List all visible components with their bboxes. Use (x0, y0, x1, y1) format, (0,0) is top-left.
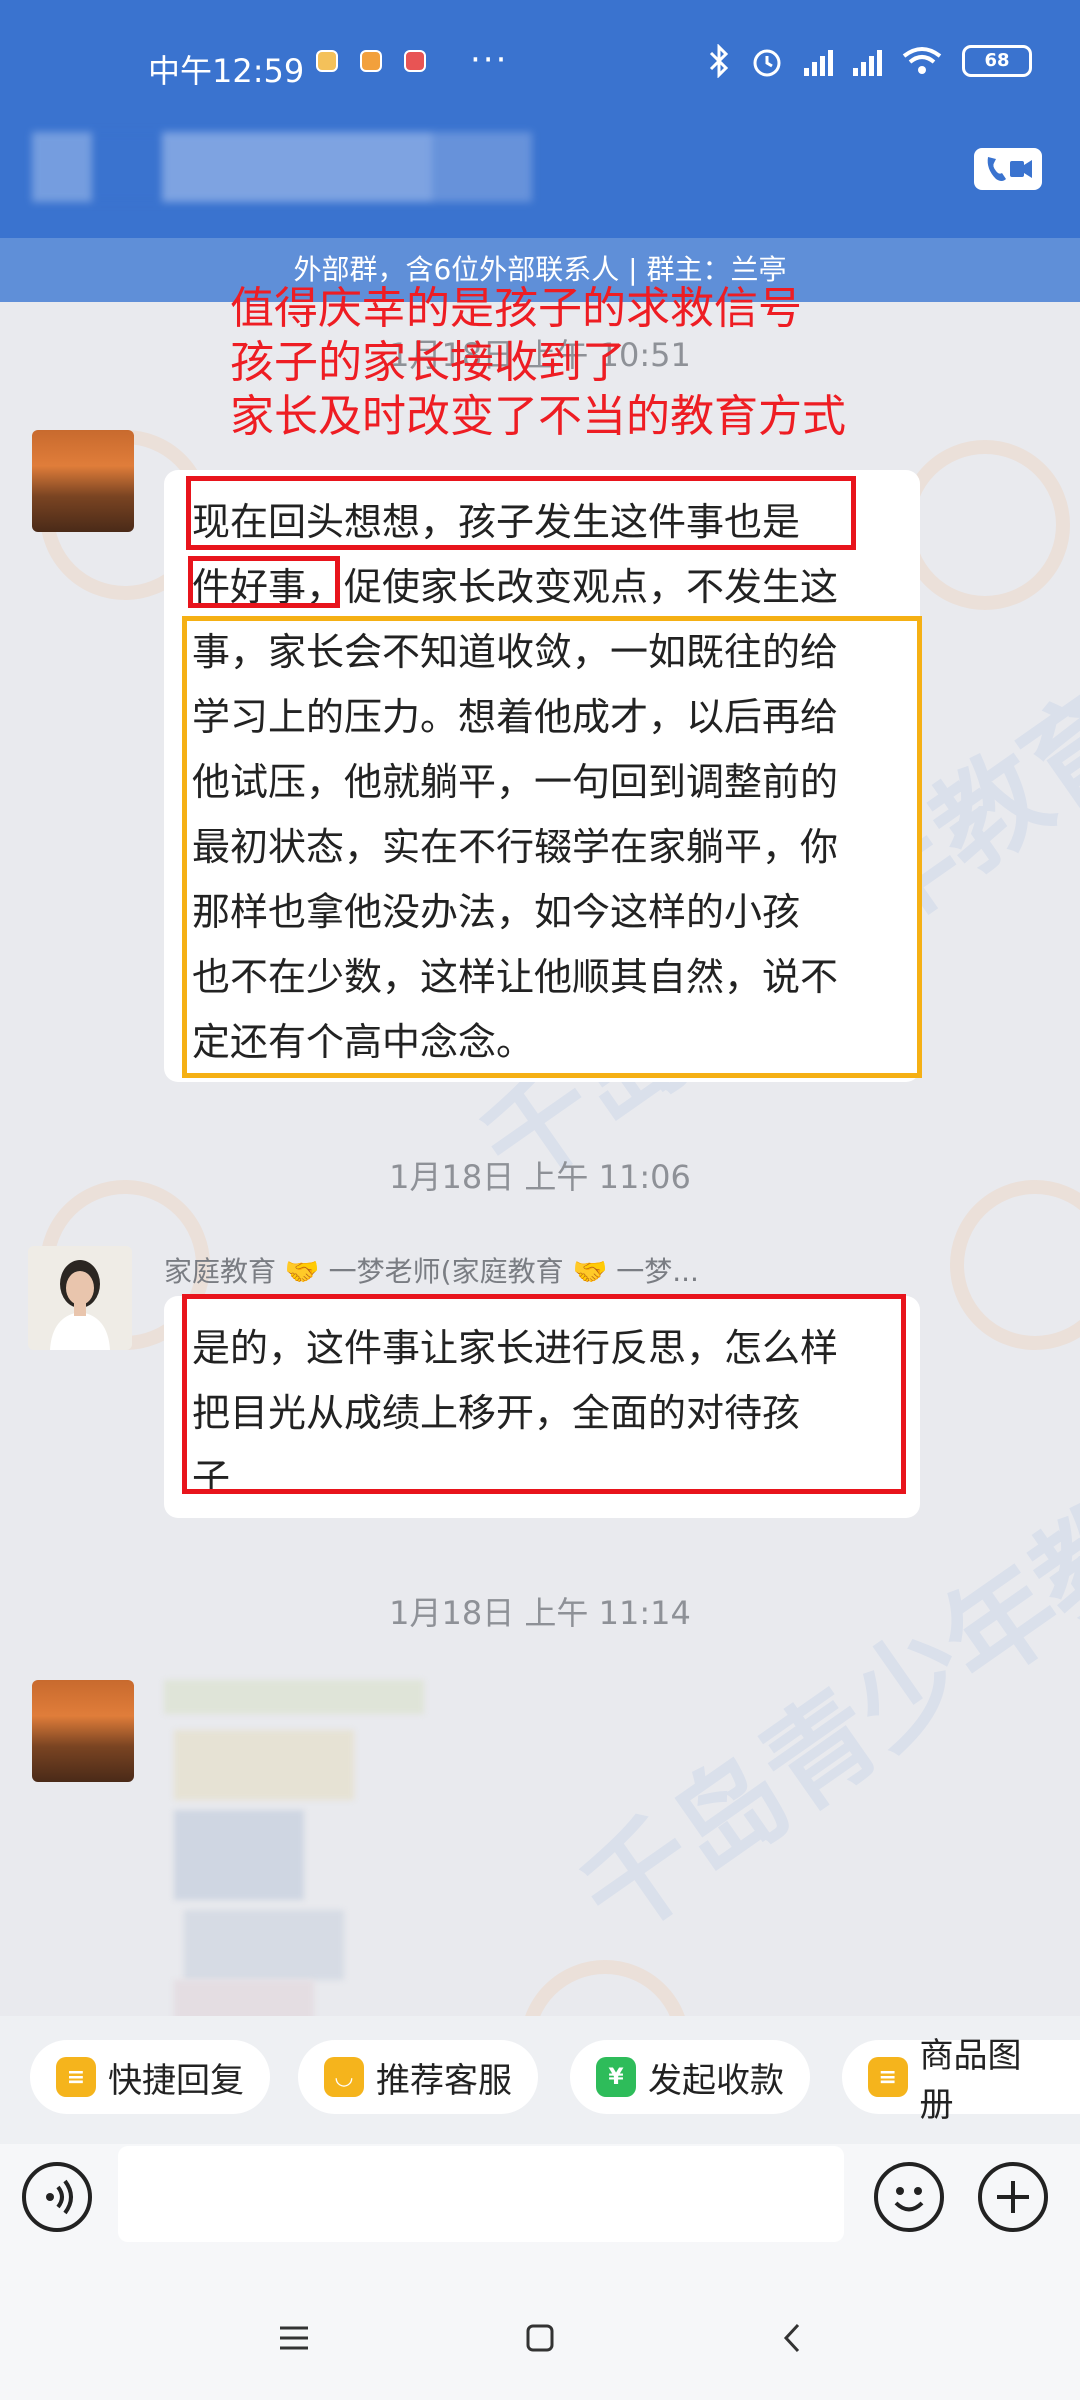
message-timestamp: 1月18日 上午 11:06 (389, 1158, 691, 1196)
home-button[interactable] (520, 2318, 560, 2358)
highlight-box (182, 1294, 906, 1494)
alarm-icon (753, 49, 781, 77)
bluetooth-icon (709, 44, 729, 78)
battery-icon: 68 (962, 45, 1032, 77)
message-input[interactable] (118, 2146, 844, 2242)
app-notification-icon (316, 50, 338, 72)
sender-name: 家庭教育 🤝 一梦老师(家庭教育 🤝 一梦... (164, 1255, 699, 1288)
voice-button[interactable] (22, 2162, 92, 2232)
menu-button[interactable] (274, 2318, 314, 2358)
highlight-box (182, 616, 922, 1078)
video-call-icon (987, 157, 1032, 181)
plus-button[interactable] (978, 2162, 1048, 2232)
avatar[interactable] (32, 430, 134, 532)
payment-icon: ¥ (596, 2057, 636, 2097)
signal-icon (853, 46, 882, 76)
payment-button[interactable]: ¥ 发起收款 (570, 2040, 810, 2114)
watermark-logo (900, 440, 1070, 610)
app-notification-icon (360, 50, 382, 72)
image-message-blurred[interactable] (164, 1680, 424, 2040)
back-button[interactable] (772, 2318, 812, 2358)
home-icon (526, 2324, 554, 2352)
chat-title-blurred (32, 132, 532, 202)
recommend-service-icon: ◡ (324, 2057, 364, 2097)
watermark-logo (950, 1180, 1080, 1350)
video-call-button[interactable] (974, 148, 1042, 190)
signal-icon (804, 46, 833, 76)
back-icon (783, 2323, 800, 2353)
recommend-service-button[interactable]: ◡ 推荐客服 (298, 2040, 538, 2114)
voice-icon (46, 2179, 73, 2215)
notification-icons (316, 50, 426, 72)
quick-reply-icon: ≡ (56, 2057, 96, 2097)
avatar[interactable] (32, 1680, 134, 1782)
highlight-box (188, 556, 340, 608)
teacher-avatar-icon (28, 1246, 132, 1350)
catalog-icon: ≡ (868, 2057, 908, 2097)
more-notifications-icon: ··· (470, 40, 509, 80)
annotation-text: 值得庆幸的是孩子的求救信号 孩子的家长接收到了 家长及时改变了不当的教育方式 (230, 283, 846, 442)
emoji-button[interactable] (874, 2162, 944, 2232)
avatar[interactable] (28, 1246, 132, 1350)
highlight-box (186, 476, 856, 550)
wifi-icon (902, 47, 942, 74)
catalog-button[interactable]: ≡ 商品图册 (842, 2036, 1080, 2125)
system-icons: 68 (708, 44, 1032, 78)
menu-icon (280, 2326, 308, 2350)
emoji-icon (894, 2187, 924, 2212)
status-time: 中午12:59 (148, 52, 305, 90)
app-notification-icon (404, 50, 426, 72)
message-timestamp: 1月18日 上午 11:14 (389, 1594, 691, 1632)
plus-icon (997, 2181, 1029, 2213)
quick-reply-button[interactable]: ≡ 快捷回复 (30, 2040, 270, 2114)
status-bar: 中午12:59 ··· 68 (0, 0, 1080, 130)
